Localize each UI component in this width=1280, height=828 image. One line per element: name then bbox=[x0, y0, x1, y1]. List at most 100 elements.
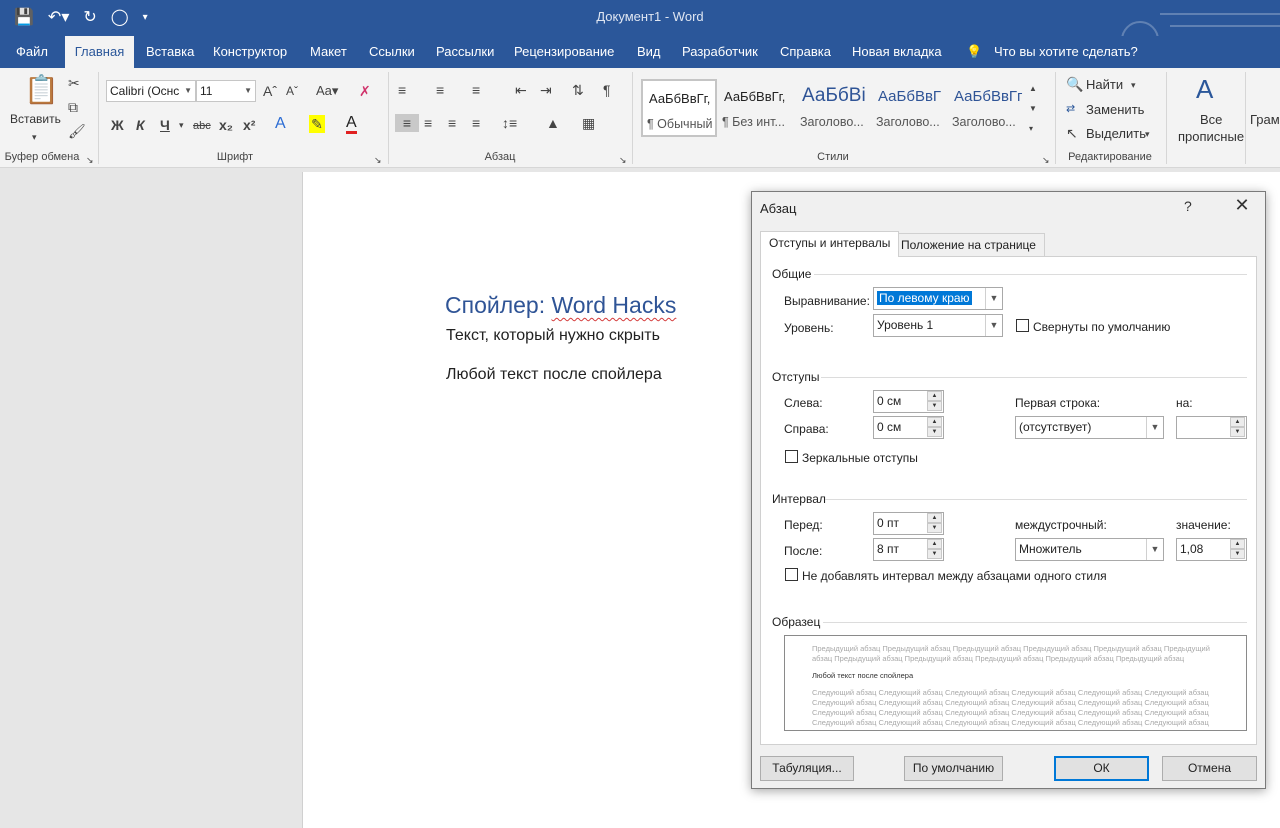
tabs-button[interactable]: Табуляция... bbox=[760, 756, 854, 781]
spin-up-icon[interactable]: ▲ bbox=[927, 417, 942, 427]
spin-up-icon[interactable]: ▲ bbox=[1230, 539, 1245, 549]
tab-home[interactable]: Главная bbox=[65, 36, 134, 68]
spin-up-icon[interactable]: ▲ bbox=[927, 539, 942, 549]
shrink-font-icon[interactable]: Aˇ bbox=[286, 82, 298, 100]
font-color-icon[interactable]: A bbox=[346, 115, 357, 134]
spin-down-icon[interactable]: ▼ bbox=[927, 523, 942, 533]
tab-mailings[interactable]: Рассылки bbox=[436, 36, 494, 68]
find-button[interactable]: Найти bbox=[1086, 77, 1123, 92]
first-line-select[interactable]: (отсутствует) ▼ bbox=[1015, 416, 1164, 439]
text-effects-icon[interactable]: A bbox=[275, 115, 286, 133]
change-case-icon[interactable]: Aa▾ bbox=[316, 82, 338, 100]
spacing-at-spinner[interactable]: 1,08 ▲ ▼ bbox=[1176, 538, 1247, 561]
style-heading-1[interactable]: АаБбВі Заголово... bbox=[796, 79, 872, 137]
borders-icon[interactable]: ▦ bbox=[582, 114, 595, 132]
style-no-spacing[interactable]: АаБбВвГг, ¶ Без инт... bbox=[718, 79, 794, 137]
grammar-button[interactable]: Грам bbox=[1250, 112, 1280, 127]
spin-down-icon[interactable]: ▼ bbox=[927, 427, 942, 437]
bullets-icon[interactable]: ≡ bbox=[398, 81, 406, 99]
italic-icon[interactable]: К bbox=[136, 116, 145, 134]
style-heading-3[interactable]: АаБбВвГг Заголово... bbox=[948, 79, 1024, 137]
spin-down-icon[interactable]: ▼ bbox=[1230, 549, 1245, 559]
copy-icon[interactable]: ⧉ bbox=[68, 98, 78, 116]
tab-layout[interactable]: Макет bbox=[310, 36, 347, 68]
spacing-after-spinner[interactable]: 8 пт ▲ ▼ bbox=[873, 538, 944, 561]
format-painter-icon[interactable]: 🖌 bbox=[68, 122, 86, 140]
alignment-select[interactable]: По левому краю ▼ bbox=[873, 287, 1003, 310]
tab-help[interactable]: Справка bbox=[780, 36, 831, 68]
grow-font-icon[interactable]: Aˆ bbox=[263, 82, 277, 100]
increase-indent-icon[interactable]: ⇥ bbox=[540, 81, 552, 99]
replace-button[interactable]: Заменить bbox=[1086, 102, 1144, 117]
find-dropdown-icon[interactable]: ▾ bbox=[1131, 76, 1136, 94]
all-caps-line1[interactable]: Все bbox=[1200, 112, 1222, 127]
tab-review[interactable]: Рецензирование bbox=[514, 36, 614, 68]
dont-add-space-checkbox[interactable] bbox=[785, 568, 798, 581]
paste-dropdown-icon[interactable]: ▾ bbox=[32, 128, 37, 146]
spin-up-icon[interactable]: ▲ bbox=[927, 513, 942, 523]
font-size-combo[interactable]: 11 ▼ bbox=[196, 80, 256, 102]
find-icon[interactable]: 🔍 bbox=[1066, 75, 1083, 93]
dialog-launcher-icon[interactable]: ↘ bbox=[619, 151, 627, 169]
tab-design[interactable]: Конструктор bbox=[213, 36, 287, 68]
document-heading[interactable]: Спойлер: Word Hacks bbox=[445, 292, 676, 319]
numbering-icon[interactable]: ≡ bbox=[436, 81, 444, 99]
align-right-icon[interactable]: ≡ bbox=[448, 114, 456, 132]
font-name-combo[interactable]: Calibri (Оснс ▼ bbox=[106, 80, 196, 102]
select-dropdown-icon[interactable]: ▾ bbox=[1145, 125, 1150, 143]
indent-by-spinner[interactable]: ▲ ▼ bbox=[1176, 416, 1247, 439]
styles-scroll-down-icon[interactable]: ▼ bbox=[1029, 100, 1037, 118]
underline-icon[interactable]: Ч bbox=[160, 116, 170, 134]
subscript-icon[interactable]: x₂ bbox=[219, 116, 233, 134]
tab-references[interactable]: Ссылки bbox=[369, 36, 415, 68]
style-heading-2[interactable]: АаБбВвГ Заголово... bbox=[872, 79, 948, 137]
collapsed-checkbox[interactable] bbox=[1016, 319, 1029, 332]
tab-indents-spacing[interactable]: Отступы и интервалы bbox=[760, 231, 900, 257]
align-center-icon[interactable]: ≡ bbox=[424, 114, 432, 132]
document-paragraph-after[interactable]: Любой текст после спойлера bbox=[446, 366, 662, 384]
spin-up-icon[interactable]: ▲ bbox=[1230, 417, 1245, 427]
mirror-indents-checkbox[interactable] bbox=[785, 450, 798, 463]
replace-icon[interactable]: ⇄ bbox=[1066, 100, 1075, 118]
all-caps-line2[interactable]: прописные bbox=[1178, 129, 1244, 144]
strikethrough-icon[interactable]: abc bbox=[193, 117, 211, 135]
decrease-indent-icon[interactable]: ⇤ bbox=[515, 81, 527, 99]
tab-developer[interactable]: Разработчик bbox=[682, 36, 758, 68]
spin-down-icon[interactable]: ▼ bbox=[927, 549, 942, 559]
spin-down-icon[interactable]: ▼ bbox=[1230, 427, 1245, 437]
shading-icon[interactable]: ▲ bbox=[546, 114, 560, 132]
spin-down-icon[interactable]: ▼ bbox=[927, 401, 942, 411]
multilevel-list-icon[interactable]: ≡ bbox=[472, 81, 480, 99]
style-normal[interactable]: АаБбВвГг, ¶ Обычный bbox=[641, 79, 717, 137]
align-left-icon[interactable]: ≡ bbox=[395, 114, 419, 132]
spin-up-icon[interactable]: ▲ bbox=[927, 391, 942, 401]
line-spacing-icon[interactable]: ↕≡ bbox=[502, 114, 517, 132]
superscript-icon[interactable]: x² bbox=[243, 116, 255, 134]
spacing-before-spinner[interactable]: 0 пт ▲ ▼ bbox=[873, 512, 944, 535]
styles-more-icon[interactable]: ▾ bbox=[1029, 120, 1033, 138]
tab-new[interactable]: Новая вкладка bbox=[852, 36, 942, 68]
dialog-launcher-icon[interactable]: ↘ bbox=[86, 151, 94, 169]
styles-scroll-up-icon[interactable]: ▲ bbox=[1029, 80, 1037, 98]
tab-view[interactable]: Вид bbox=[637, 36, 661, 68]
indent-left-spinner[interactable]: 0 см ▲ ▼ bbox=[873, 390, 944, 413]
tell-me-search[interactable]: Что вы хотите сделать? bbox=[994, 36, 1138, 68]
paste-icon[interactable]: 📋 bbox=[24, 74, 59, 106]
close-icon[interactable]: ✕ bbox=[1232, 195, 1252, 216]
line-spacing-select[interactable]: Множитель ▼ bbox=[1015, 538, 1164, 561]
level-select[interactable]: Уровень 1 ▼ bbox=[873, 314, 1003, 337]
show-marks-icon[interactable]: ¶ bbox=[603, 81, 611, 99]
cut-icon[interactable]: ✂ bbox=[68, 74, 80, 92]
tab-file[interactable]: Файл bbox=[16, 36, 48, 68]
cancel-button[interactable]: Отмена bbox=[1162, 756, 1257, 781]
set-default-button[interactable]: По умолчанию bbox=[904, 756, 1003, 781]
clear-formatting-icon[interactable]: ✗ bbox=[359, 82, 371, 100]
sort-icon[interactable]: ⇅ bbox=[572, 81, 584, 99]
indent-right-spinner[interactable]: 0 см ▲ ▼ bbox=[873, 416, 944, 439]
paste-button[interactable]: Вставить bbox=[10, 112, 61, 126]
ok-button[interactable]: ОК bbox=[1054, 756, 1149, 781]
select-icon[interactable]: ↖ bbox=[1066, 124, 1078, 142]
help-button[interactable]: ? bbox=[1184, 198, 1192, 214]
tab-insert[interactable]: Вставка bbox=[146, 36, 194, 68]
justify-icon[interactable]: ≡ bbox=[472, 114, 480, 132]
